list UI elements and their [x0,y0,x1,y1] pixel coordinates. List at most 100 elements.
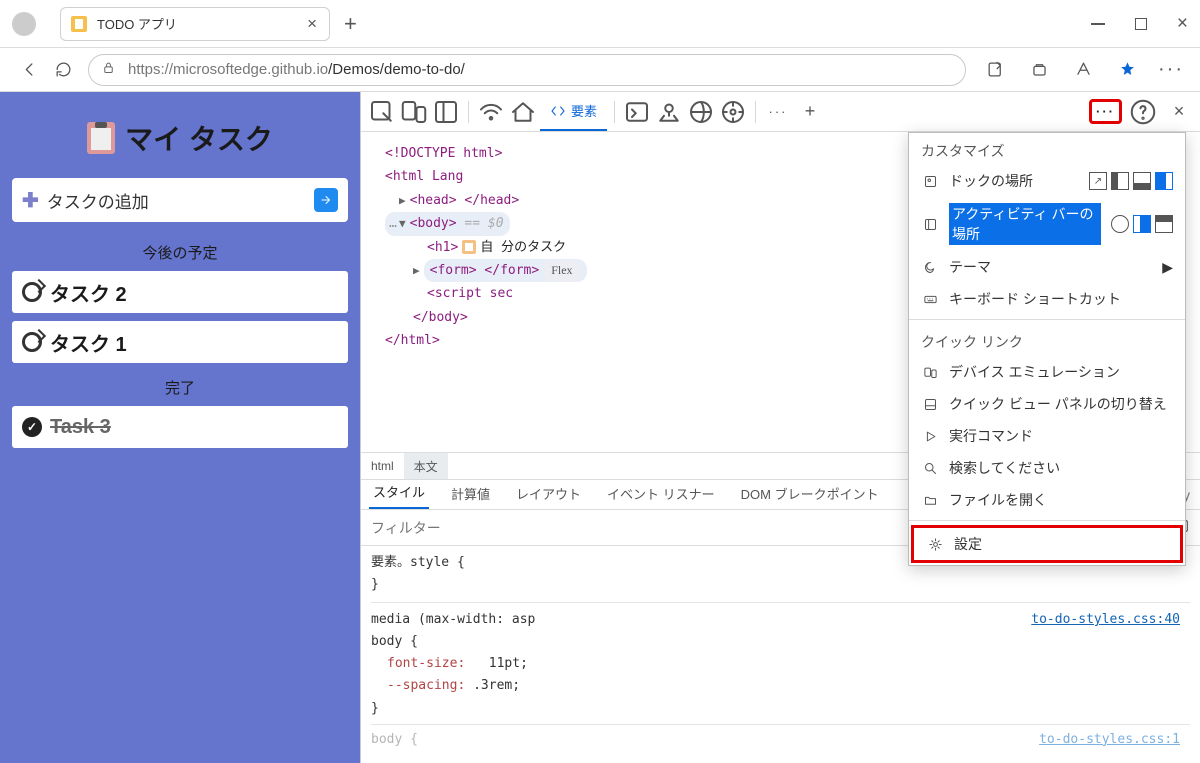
clipboard-icon [87,122,115,154]
css-selector[interactable]: body { [371,631,1190,653]
close-devtools-icon[interactable]: × [1164,97,1194,127]
close-tab-icon[interactable]: × [305,14,319,34]
add-task-label: タスクの追加 [47,188,149,213]
dropdown-section-customize: カスタマイズ [909,133,1185,165]
tab-event-listeners[interactable]: イベント リスナー [603,484,719,509]
tab-layout[interactable]: レイアウト [512,484,585,509]
window-close-icon[interactable]: × [1177,13,1188,35]
menu-open-file[interactable]: ファイルを開く [909,484,1185,516]
folder-icon [921,493,939,508]
url-text: https://microsoftedge.github.io/Demos/de… [128,61,465,78]
menu-device-emulation[interactable]: デバイス エミュレーション [909,356,1185,388]
panel-icon [921,217,939,232]
panel-bottom-icon [921,397,939,412]
devtools-customize-menu: カスタマイズ ドックの場所 アクティビティ バーの場所 テーマ ▶ キーボード … [908,132,1186,566]
address-bar[interactable]: https://microsoftedge.github.io/Demos/de… [88,54,966,86]
search-icon [921,461,939,476]
tab-favicon [71,16,87,32]
task-status-icon[interactable] [22,332,42,352]
submit-task-button[interactable] [314,188,338,212]
welcome-icon[interactable] [508,97,538,127]
read-aloud-icon[interactable] [1066,53,1100,87]
browser-more-icon[interactable]: ··· [1154,53,1188,87]
collections-icon[interactable] [1022,53,1056,87]
tab-elements[interactable]: 要素 [540,92,607,131]
activity-bar-options[interactable] [1111,215,1173,233]
window-maximize-icon[interactable] [1135,18,1147,30]
flex-badge[interactable]: Flex [543,260,580,282]
sources-icon[interactable] [654,97,684,127]
panel-toggle-icon[interactable] [431,97,461,127]
browser-tab-row: TODO アプリ × + × [0,0,1200,48]
edit-page-icon[interactable] [978,53,1012,87]
task-done-icon[interactable]: ✓ [22,417,42,437]
app-header: マイ タスク [12,104,348,178]
address-actions: ··· [978,53,1188,87]
menu-dock-side[interactable]: ドックの場所 [909,165,1185,197]
dom-gutter: … [389,212,397,235]
refresh-button[interactable] [46,53,80,87]
dock-options[interactable] [1089,172,1173,190]
task-text: タスク 2 [50,278,127,307]
chevron-right-icon: ▶ [1162,259,1173,276]
tab-styles[interactable]: スタイル [369,482,429,509]
menu-run-command[interactable]: 実行コマンド [909,420,1185,452]
dom-body-selected[interactable]: ▼<body> == $0 [385,212,510,235]
tab-computed[interactable]: 計算値 [447,484,494,509]
task-text: タスク 1 [50,328,127,357]
task-row[interactable]: タスク 2 [12,271,348,313]
inspect-icon[interactable] [367,97,397,127]
profile-avatar[interactable] [12,12,36,36]
h1-badge-icon [462,240,476,254]
tab-dom-breakpoints[interactable]: DOM ブレークポイント [737,484,883,509]
menu-search[interactable]: 検索してください [909,452,1185,484]
menu-activity-bar[interactable]: アクティビティ バーの場所 [909,197,1185,251]
devtools-tabstrip: 要素 ··· + ··· × [361,92,1200,132]
tab-title: TODO アプリ [97,14,305,33]
dom-body-close: </body> [413,310,468,325]
menu-settings[interactable]: 設定 [911,525,1183,563]
task-row-done[interactable]: ✓ Task 3 [12,406,348,448]
address-bar-row: https://microsoftedge.github.io/Demos/de… [0,48,1200,92]
device-toggle-icon[interactable] [399,97,429,127]
back-button[interactable] [12,53,46,87]
menu-shortcuts[interactable]: キーボード ショートカット [909,283,1185,315]
theme-icon [921,260,939,275]
devices-icon [921,365,939,380]
add-task-bar[interactable]: ✚ タスクの追加 [12,178,348,222]
dom-head[interactable]: <head> </head> [410,193,520,208]
window-minimize-icon[interactable] [1091,23,1105,25]
crumb-html[interactable]: html [361,453,404,479]
favorite-star-icon[interactable] [1110,53,1144,87]
dom-html-open: <html Lang [385,169,463,184]
css-source-link[interactable]: to-do-styles.css:1 [1039,729,1180,751]
new-tab-button[interactable]: + [344,11,357,37]
network-conditions-icon[interactable] [476,97,506,127]
dom-html-close: </html> [385,333,440,348]
menu-theme[interactable]: テーマ ▶ [909,251,1185,283]
crumb-body[interactable]: 本文 [404,453,448,479]
completed-section-label: 完了 [12,371,348,406]
styles-rules[interactable]: 要素。style { } to-do-styles.css:40 media (… [361,546,1200,763]
performance-icon[interactable] [718,97,748,127]
network-icon[interactable] [686,97,716,127]
play-icon [921,429,939,444]
keyboard-icon [921,292,939,307]
help-icon[interactable] [1128,97,1158,127]
dom-h1-text: 自 分のタスク [480,240,566,255]
plus-icon: ✚ [22,188,39,213]
devtools-settings-more-button[interactable]: ··· [1089,99,1122,124]
gear-icon [926,537,944,552]
more-tabs-icon[interactable]: ··· [763,97,793,127]
todo-app-pane: マイ タスク ✚ タスクの追加 今後の予定 タスク 2 タスク 1 完了 ✓ T… [0,92,360,763]
css-source-link[interactable]: to-do-styles.css:40 [1031,609,1180,631]
console-icon[interactable] [622,97,652,127]
devtools-pane: 要素 ··· + ··· × <!DOCTYPE html> <html Lan… [360,92,1200,763]
task-status-icon[interactable] [22,282,42,302]
menu-quick-view-toggle[interactable]: クイック ビュー パネルの切り替え [909,388,1185,420]
task-row[interactable]: タスク 1 [12,321,348,363]
task-text: Task 3 [50,416,111,439]
upcoming-section-label: 今後の予定 [12,236,348,271]
browser-tab[interactable]: TODO アプリ × [60,7,330,41]
add-tab-icon[interactable]: + [795,97,825,127]
